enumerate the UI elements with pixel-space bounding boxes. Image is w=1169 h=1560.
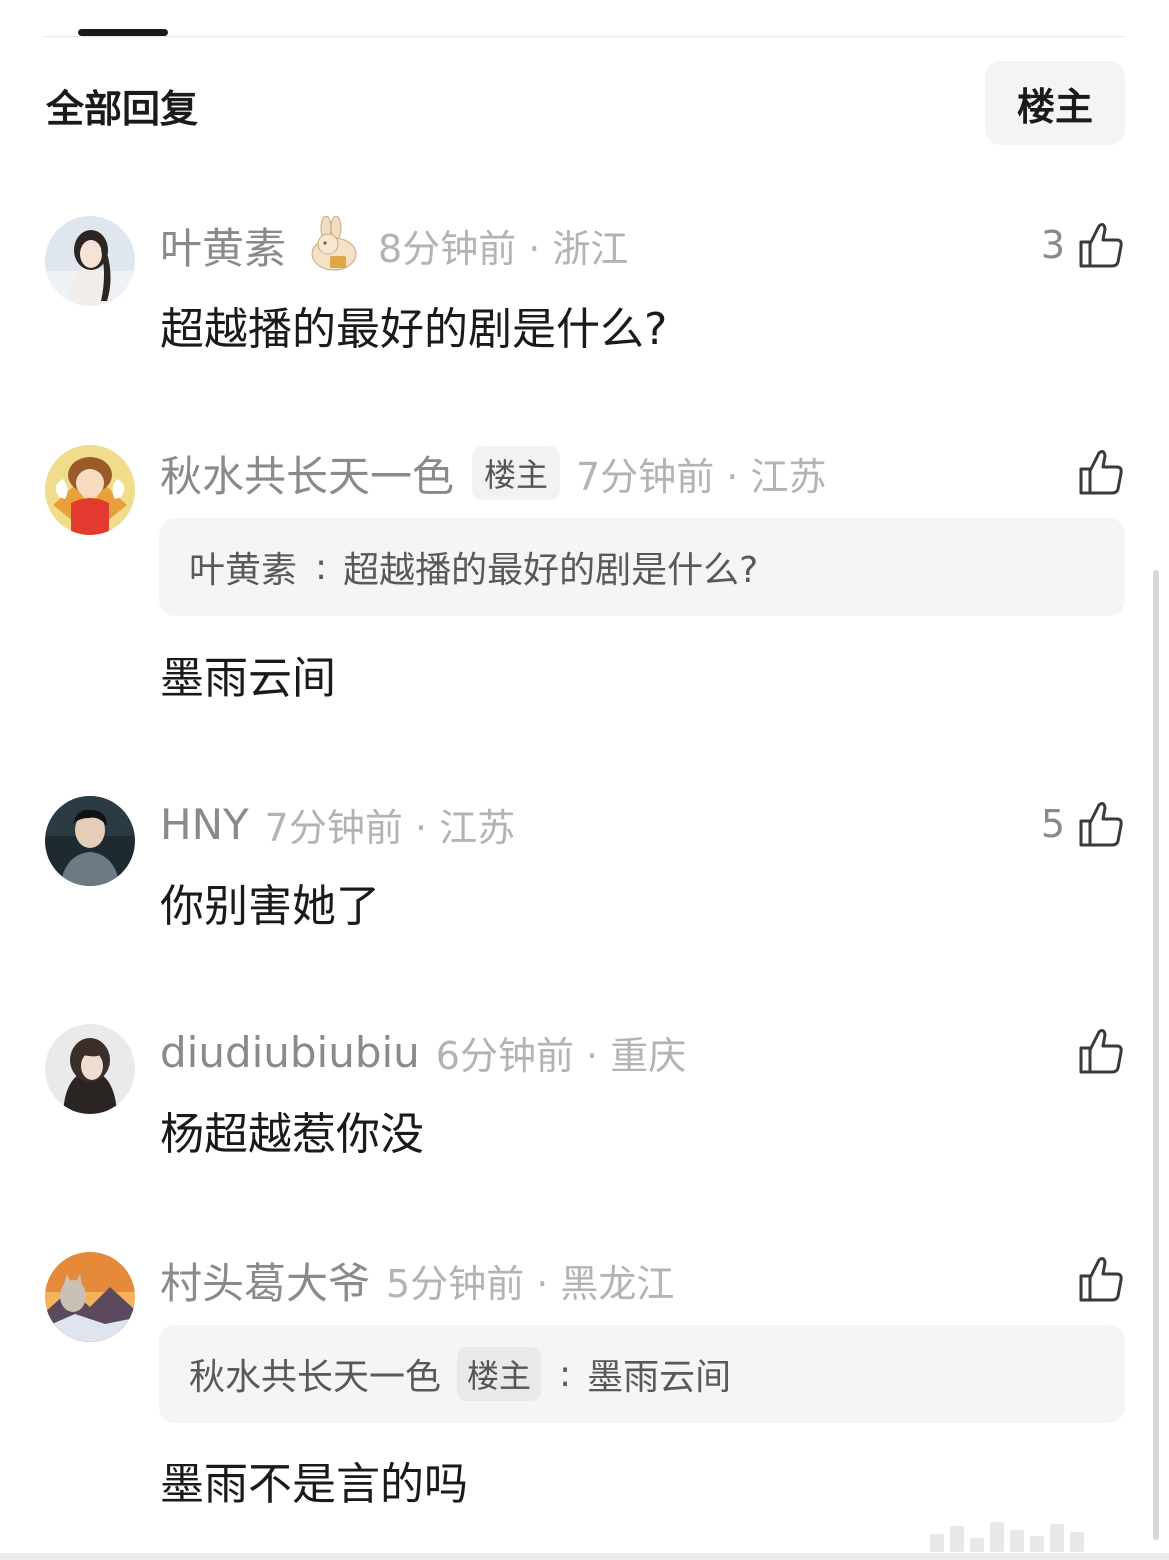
watermark-graphic [930, 1518, 1160, 1552]
username[interactable]: HNY [160, 800, 249, 849]
like-button[interactable] [1077, 443, 1125, 501]
scrollbar[interactable] [1153, 570, 1159, 1540]
time-location: 7分钟前 · 江苏 [264, 805, 516, 850]
time-location: 6分钟前 · 重庆 [435, 1033, 687, 1078]
quote-text: 墨雨云间 [587, 1357, 732, 1398]
username[interactable]: 村头葛大爷 [160, 1250, 370, 1311]
time-location: 7分钟前 · 江苏 [576, 454, 827, 499]
avatar[interactable] [45, 1024, 135, 1114]
avatar[interactable] [45, 445, 135, 535]
thumbs-up-icon [1079, 802, 1123, 847]
like-button[interactable] [1077, 1250, 1125, 1308]
active-tab-indicator [78, 29, 168, 36]
like-button[interactable]: 3 [1041, 216, 1125, 274]
comment-text: 超越播的最好的剧是什么? [160, 304, 668, 355]
quote-author: 秋水共长天一色 [189, 1357, 442, 1398]
quote-author: 叶黄素 [189, 550, 298, 591]
quote-text: 超越播的最好的剧是什么? [343, 550, 759, 591]
comment-text: 你别害她了 [160, 881, 380, 932]
comment-text: 墨雨不是言的吗 [160, 1459, 468, 1510]
quote-separator: : [559, 1353, 572, 1395]
avatar[interactable] [45, 796, 135, 886]
avatar[interactable] [45, 216, 135, 306]
op-badge: 楼主 [472, 446, 561, 500]
rabbit-emblem-icon [311, 216, 357, 271]
quoted-reply[interactable]: 叶黄素 : 超越播的最好的剧是什么? [159, 518, 1125, 616]
thumbs-up-icon [1079, 223, 1123, 268]
like-button[interactable]: 5 [1041, 795, 1125, 853]
username[interactable]: 秋水共长天一色 [160, 443, 454, 504]
avatar[interactable] [45, 1252, 135, 1342]
like-count: 5 [1040, 802, 1065, 846]
time-location: 8分钟前 · 浙江 [378, 226, 629, 271]
all-replies-title: 全部回复 [46, 87, 199, 131]
op-only-filter-button[interactable]: 楼主 [985, 61, 1125, 145]
time-location: 5分钟前 · 黑龙江 [386, 1261, 675, 1306]
thumbs-up-icon [1079, 450, 1123, 495]
username[interactable]: 叶黄素 [160, 215, 286, 276]
quoted-reply[interactable]: 秋水共长天一色 楼主 : 墨雨云间 [159, 1325, 1125, 1423]
quote-separator: : [315, 546, 328, 588]
thumbs-up-icon [1079, 1029, 1123, 1074]
like-button[interactable] [1077, 1022, 1125, 1080]
username[interactable]: diudiubiubiu [160, 1028, 420, 1077]
top-divider [44, 36, 1125, 37]
comment-text: 杨超越惹你没 [160, 1109, 424, 1160]
like-count: 3 [1040, 223, 1065, 267]
comment-text: 墨雨云间 [160, 653, 336, 704]
bottom-bar [0, 1553, 1169, 1560]
op-badge: 楼主 [457, 1347, 542, 1401]
thumbs-up-icon [1079, 1257, 1123, 1302]
